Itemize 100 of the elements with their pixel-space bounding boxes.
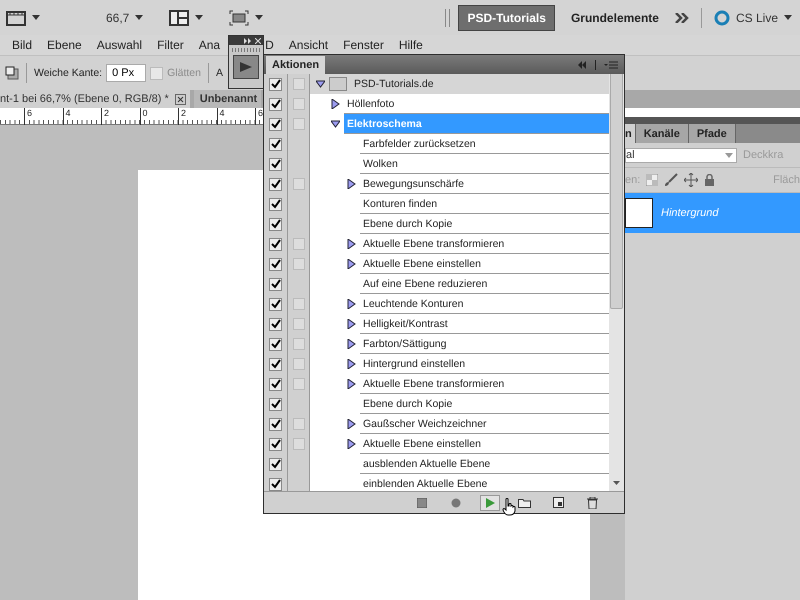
checkbox[interactable] <box>269 378 282 390</box>
checkbox[interactable] <box>269 258 282 270</box>
dialog-toggle[interactable] <box>292 378 304 390</box>
caret-icon <box>32 15 40 20</box>
expand-triangle-icon[interactable] <box>346 259 356 269</box>
expand-triangle-icon[interactable] <box>346 439 356 449</box>
dialog-toggle[interactable] <box>292 418 304 430</box>
record-icon <box>451 498 461 508</box>
checkbox[interactable] <box>269 418 282 430</box>
screen-mode-icon[interactable] <box>229 10 250 26</box>
workspace-button[interactable]: Grundelemente <box>562 6 667 30</box>
expand-triangle-icon[interactable] <box>346 339 356 349</box>
document-tab[interactable]: nt-1 bei 66,7% (Ebene 0, RGB/8) * <box>0 90 190 108</box>
dialog-toggle[interactable] <box>292 338 304 350</box>
dialog-toggle[interactable] <box>292 98 304 110</box>
actions-panel-button[interactable] <box>233 55 259 79</box>
collapse-triangle-icon[interactable] <box>330 119 340 129</box>
caret-icon <box>255 15 264 20</box>
checkbox[interactable] <box>269 238 282 250</box>
dialog-toggle[interactable] <box>292 298 304 310</box>
dialog-toggle[interactable] <box>292 258 304 270</box>
menu-item[interactable]: Ebene <box>47 38 82 52</box>
document-tab[interactable]: Unbenannt <box>194 90 262 108</box>
checkbox[interactable] <box>269 298 282 310</box>
new-page-icon <box>552 497 564 508</box>
dialog-toggle[interactable] <box>292 118 304 130</box>
checkbox[interactable] <box>269 158 282 170</box>
checkbox[interactable] <box>269 338 282 350</box>
caret-icon <box>784 15 792 20</box>
cs-live-menu[interactable]: CS Live <box>736 10 778 24</box>
checkbox[interactable] <box>269 318 282 330</box>
play-button[interactable] <box>480 494 500 510</box>
workspace-button[interactable]: PSD-Tutorials <box>458 4 555 30</box>
zoom-level[interactable]: 66,7 <box>106 10 130 24</box>
menu-item[interactable]: Auswahl <box>96 38 142 52</box>
film-icon[interactable] <box>6 10 26 26</box>
checkbox[interactable] <box>269 478 282 490</box>
checkbox[interactable] <box>269 78 282 90</box>
expand-triangle-icon[interactable] <box>346 359 356 369</box>
expand-triangle-icon[interactable] <box>346 379 356 389</box>
transparency-lock-icon[interactable] <box>646 174 658 186</box>
caret-icon <box>725 152 733 158</box>
caret-icon <box>135 15 144 20</box>
panel-menu-icon[interactable] <box>604 60 618 70</box>
checkbox[interactable] <box>269 438 282 450</box>
checkbox[interactable] <box>269 98 282 110</box>
checkbox[interactable] <box>269 178 282 190</box>
close-icon[interactable] <box>174 94 186 104</box>
play-icon <box>239 61 253 73</box>
feather-field[interactable]: 0 Px <box>106 64 146 82</box>
checkbox[interactable] <box>269 138 282 150</box>
menu-item[interactable]: Fenster <box>343 38 384 52</box>
dialog-toggle[interactable] <box>292 238 304 250</box>
scrollbar[interactable] <box>609 74 624 491</box>
layout-icon[interactable] <box>169 10 190 26</box>
collapse-icon[interactable] <box>577 61 587 69</box>
checkbox[interactable] <box>269 278 282 290</box>
ruler-label: 4 <box>62 108 101 125</box>
menu-item[interactable]: Bild <box>12 38 32 52</box>
menu-item[interactable]: Ana <box>198 38 220 52</box>
stop-icon <box>417 498 427 508</box>
panel-tab[interactable]: Aktionen <box>266 56 326 74</box>
ring-icon[interactable] <box>714 10 730 26</box>
expand-triangle-icon[interactable] <box>346 419 356 429</box>
dialog-toggle[interactable] <box>292 358 304 370</box>
dialog-toggle[interactable] <box>292 178 304 190</box>
checkbox[interactable] <box>269 118 282 130</box>
chevron-icon[interactable] <box>674 12 689 22</box>
dialog-toggle[interactable] <box>292 438 304 450</box>
panel-tab[interactable]: Pfade <box>688 124 736 143</box>
expand-triangle-icon[interactable] <box>346 239 356 249</box>
checkbox[interactable] <box>269 218 282 230</box>
brush-icon[interactable] <box>664 173 678 187</box>
move-icon[interactable] <box>684 173 698 187</box>
expand-triangle-icon[interactable] <box>346 299 356 309</box>
menu-item[interactable]: Hilfe <box>398 38 423 52</box>
blend-mode-dropdown[interactable]: al <box>625 148 737 162</box>
dialog-toggle[interactable] <box>292 318 304 330</box>
scroll-down-icon[interactable] <box>613 481 620 485</box>
menu-item[interactable]: Ansicht <box>288 38 328 52</box>
caret-icon <box>195 15 204 20</box>
ruler-label: 2 <box>178 108 216 125</box>
folder-icon <box>329 77 347 91</box>
selection-mode-icon[interactable] <box>5 66 19 80</box>
panel-tab[interactable]: n <box>625 124 636 143</box>
checkbox[interactable] <box>269 358 282 370</box>
ruler-label: 4 <box>216 108 255 125</box>
expand-icon[interactable] <box>244 38 252 44</box>
dialog-toggle[interactable] <box>292 78 304 90</box>
checkbox[interactable] <box>269 458 282 470</box>
expand-triangle-icon[interactable] <box>346 319 356 329</box>
collapse-triangle-icon[interactable] <box>316 79 324 89</box>
lock-icon[interactable] <box>704 174 716 186</box>
checkbox[interactable] <box>269 198 282 210</box>
menu-item[interactable]: Filter <box>157 38 184 52</box>
expand-triangle-icon[interactable] <box>330 99 340 109</box>
checkbox[interactable] <box>269 398 282 410</box>
menu-item[interactable]: D <box>265 38 274 52</box>
expand-triangle-icon[interactable] <box>346 179 356 189</box>
panel-tab[interactable]: Kanäle <box>636 124 689 143</box>
